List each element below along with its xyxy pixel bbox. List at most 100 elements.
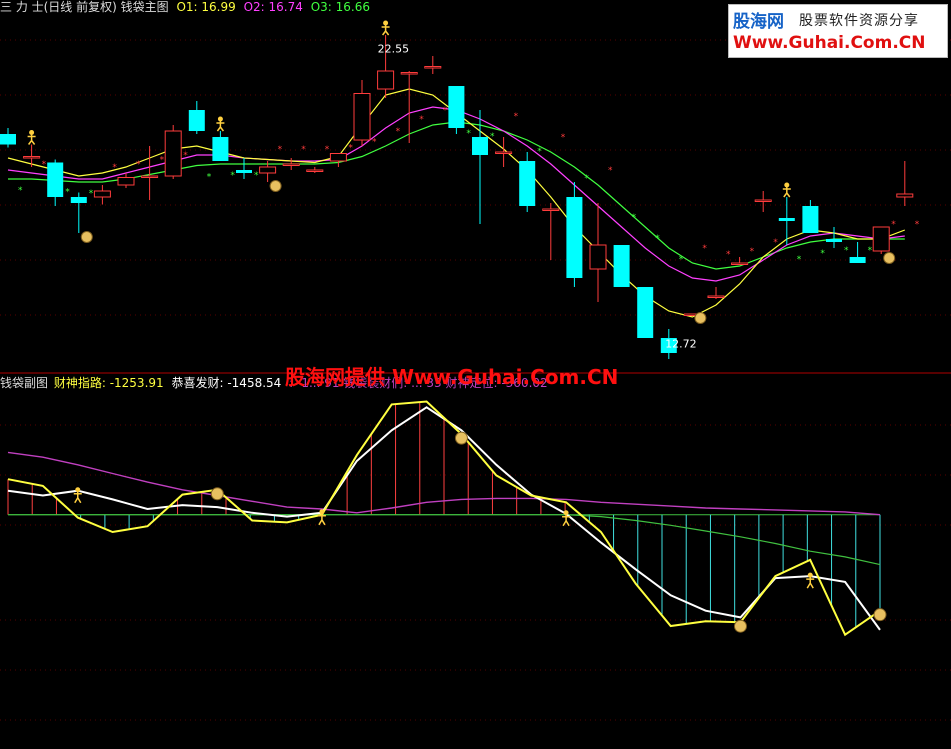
trend-dot: * xyxy=(183,151,188,161)
running-man-icon xyxy=(383,20,389,26)
candle-body-up xyxy=(872,226,890,252)
watermark-text: 股海网提供 Www.Guhai.Com.CN xyxy=(285,365,619,389)
running-man-figure xyxy=(562,514,571,527)
candle-body-up xyxy=(495,151,513,154)
logo-name: 股海网 xyxy=(733,12,784,32)
candle-body-up xyxy=(306,169,324,172)
high-price-label: 22.55 xyxy=(378,43,410,56)
main-chart-title: 三 力 士(日线 前复权) 钱袋主图 xyxy=(0,0,169,14)
trend-dot: * xyxy=(396,127,401,137)
money-bag-icon xyxy=(269,180,282,192)
running-man-figure xyxy=(317,513,326,526)
candle-body-up xyxy=(141,175,159,178)
candle-body-down xyxy=(778,218,795,221)
running-man-icon xyxy=(807,572,813,578)
trend-dot: * xyxy=(160,156,165,166)
running-man-figure xyxy=(806,577,815,589)
trend-dot: * xyxy=(301,145,306,155)
candle-body-down xyxy=(472,137,488,155)
candle-body-down xyxy=(519,161,536,206)
running-man-icon xyxy=(784,182,790,188)
guhai-logo: 股海网 股票软件资源分享 Www.Guhai.Com.CN xyxy=(728,4,948,58)
running-man-figure xyxy=(381,25,390,36)
money-bag-icon xyxy=(873,608,887,622)
candle-body-down xyxy=(637,287,654,338)
trend-dot: * xyxy=(466,129,471,139)
candle-body-down xyxy=(212,137,229,161)
trend-dot: * xyxy=(65,188,70,198)
ma1-value: O1: 16.99 xyxy=(176,0,236,14)
ma3-value: O3: 16.66 xyxy=(310,0,370,14)
money-bag-icon xyxy=(733,619,747,633)
trend-dot: * xyxy=(655,234,660,244)
trend-dot: * xyxy=(490,132,495,142)
trend-dot: * xyxy=(702,244,707,254)
trend-dot: * xyxy=(325,145,330,155)
trend-dot: * xyxy=(372,138,377,148)
running-man-icon xyxy=(29,130,35,135)
sub-chart-title: 钱袋副图 xyxy=(0,376,49,390)
trend-dot: * xyxy=(844,246,849,256)
sub-indicator-chart[interactable] xyxy=(7,400,887,637)
trend-dot: * xyxy=(868,246,873,256)
candle-body-down xyxy=(0,134,16,145)
money-bag-icon xyxy=(883,252,896,264)
candle-body-down xyxy=(47,162,64,197)
candle-body-up xyxy=(117,177,135,186)
running-man-figure xyxy=(782,187,791,198)
money-bag-icon xyxy=(210,487,224,501)
candle-body-up xyxy=(754,199,772,202)
trend-dot: * xyxy=(773,238,778,248)
trend-dot: * xyxy=(750,247,755,257)
trend-dot: * xyxy=(584,174,589,184)
main-candlestick-chart[interactable]: * * * * * * * * * * * * * * * * * * * * * * * * * * * * * * * * * * * * * * * 2… xyxy=(0,20,920,360)
trend-dot: * xyxy=(254,171,259,181)
trend-dot: * xyxy=(561,133,566,143)
ma-green-line xyxy=(8,121,905,270)
trend-dot: * xyxy=(136,160,141,170)
indicator-green-line xyxy=(8,514,881,566)
low-price-label: 12.72 xyxy=(665,337,697,350)
running-man-icon xyxy=(319,509,325,515)
money-bag-icon xyxy=(454,431,468,445)
candle-body-up xyxy=(259,166,277,174)
ma2-value: O2: 16.74 xyxy=(243,0,303,14)
trend-dot: * xyxy=(820,249,825,259)
candle-body-up xyxy=(731,262,749,265)
running-man-figure xyxy=(27,134,36,145)
money-bag-icon xyxy=(80,231,93,243)
trend-dot: * xyxy=(797,255,802,265)
trend-dot: * xyxy=(112,163,117,173)
trend-dot: * xyxy=(514,112,519,122)
trend-dot: * xyxy=(348,144,353,154)
candle-body-up xyxy=(329,153,347,162)
candle-body-up xyxy=(400,72,418,75)
trend-dot: * xyxy=(42,160,47,170)
candle-body-down xyxy=(849,257,866,263)
running-man-figure xyxy=(216,121,225,132)
candle-body-up xyxy=(707,295,725,298)
trend-dot: * xyxy=(632,213,637,223)
candle-body-up xyxy=(542,208,560,211)
candle-body-up xyxy=(164,130,182,177)
trend-dot: * xyxy=(537,147,542,157)
running-man-icon xyxy=(563,510,569,516)
trend-dot: * xyxy=(419,115,424,125)
running-man-icon xyxy=(75,487,81,493)
indicator-value-2: 恭喜发财: -1458.54 xyxy=(171,376,282,390)
logo-url: Www.Guhai.Com.CN xyxy=(733,33,926,53)
trend-dot: * xyxy=(89,189,94,199)
trend-dot: * xyxy=(230,171,235,181)
trend-dot: * xyxy=(608,166,613,176)
trend-dot: * xyxy=(679,255,684,265)
candle-body-up xyxy=(282,163,300,166)
candle-body-down xyxy=(613,245,630,287)
indicator-value-1: 财神指路: -1253.91 xyxy=(53,376,164,390)
candle-body-down xyxy=(802,206,819,233)
trend-dot: * xyxy=(891,220,896,230)
candle-body-up xyxy=(377,70,395,90)
main-chart-header: 三 力 士(日线 前复权) 钱袋主图 O1: 16.99 O2: 16.74 O… xyxy=(0,0,370,14)
trend-dot: * xyxy=(207,173,212,183)
candle-body-up xyxy=(93,190,111,198)
candle-body-up xyxy=(896,193,914,198)
